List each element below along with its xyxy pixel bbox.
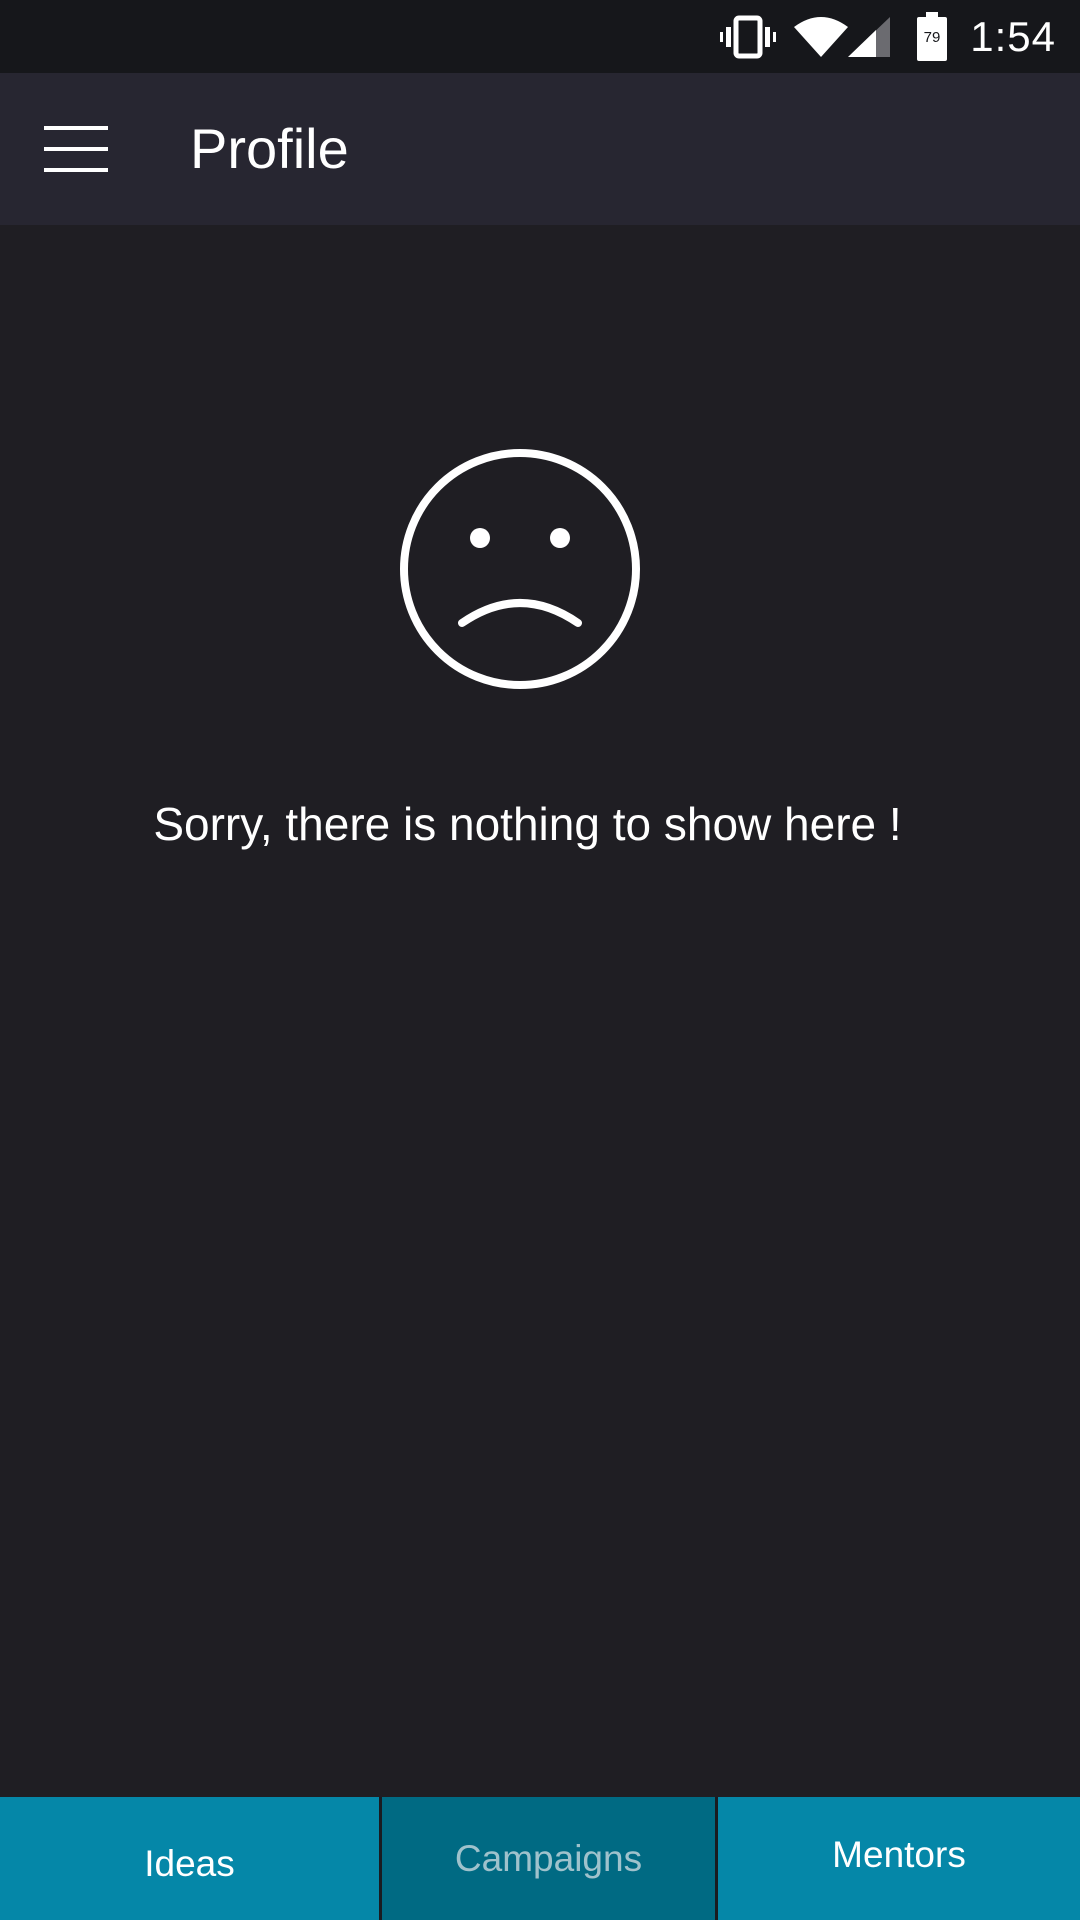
tab-campaigns[interactable]: Campaigns xyxy=(382,1797,718,1920)
tab-mentors-label: Mentors xyxy=(832,1833,966,1875)
vibrate-icon xyxy=(720,15,777,58)
empty-state-message: Sorry, there is nothing to show here ! xyxy=(153,798,902,850)
hamburger-menu-icon xyxy=(44,126,108,172)
bottom-navigation: Ideas Campaigns Mentors xyxy=(0,1797,1080,1920)
sad-face-icon xyxy=(400,449,640,689)
cell-signal-icon xyxy=(848,16,891,57)
tab-mentors[interactable]: Mentors xyxy=(718,1797,1080,1920)
status-icons: 79 1:54 xyxy=(720,0,1056,73)
tab-ideas-label: Ideas xyxy=(144,1842,235,1884)
wifi-icon xyxy=(794,16,849,57)
menu-button[interactable] xyxy=(30,112,122,186)
status-bar: 79 1:54 xyxy=(0,0,1080,73)
battery-icon: 79 xyxy=(917,11,948,61)
tab-campaigns-label: Campaigns xyxy=(454,1837,643,1879)
app-bar: Profile xyxy=(0,73,1080,225)
tab-ideas[interactable]: Ideas xyxy=(0,1797,382,1920)
profile-screen: 79 1:54 Profile Sorry, there is nothing … xyxy=(0,0,1080,1920)
status-time: 1:54 xyxy=(970,12,1056,60)
battery-level: 79 xyxy=(924,29,941,46)
page-title: Profile xyxy=(190,117,349,180)
